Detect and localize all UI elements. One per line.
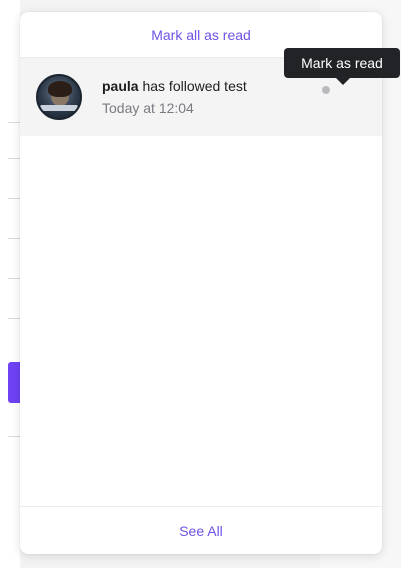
- avatar-hair: [48, 81, 72, 97]
- notification-user[interactable]: paula: [102, 78, 139, 94]
- avatar[interactable]: [36, 74, 82, 120]
- see-all-link[interactable]: See All: [179, 523, 223, 539]
- notification-timestamp: Today at 12:04: [102, 100, 194, 116]
- notification-text: paula has followed test Today at 12:04: [102, 76, 247, 118]
- background-page-left: [0, 0, 22, 568]
- dropdown-footer: See All: [20, 506, 382, 554]
- mark-as-read-dot[interactable]: [322, 86, 330, 94]
- page: Mark all as read paula has followed test…: [0, 0, 401, 568]
- notification-action: has followed test: [142, 78, 247, 94]
- avatar-banner: [40, 105, 78, 111]
- mark-as-read-tooltip: Mark as read: [284, 48, 400, 85]
- mark-all-as-read-link[interactable]: Mark all as read: [151, 27, 251, 43]
- notification-message: paula has followed test: [102, 76, 247, 96]
